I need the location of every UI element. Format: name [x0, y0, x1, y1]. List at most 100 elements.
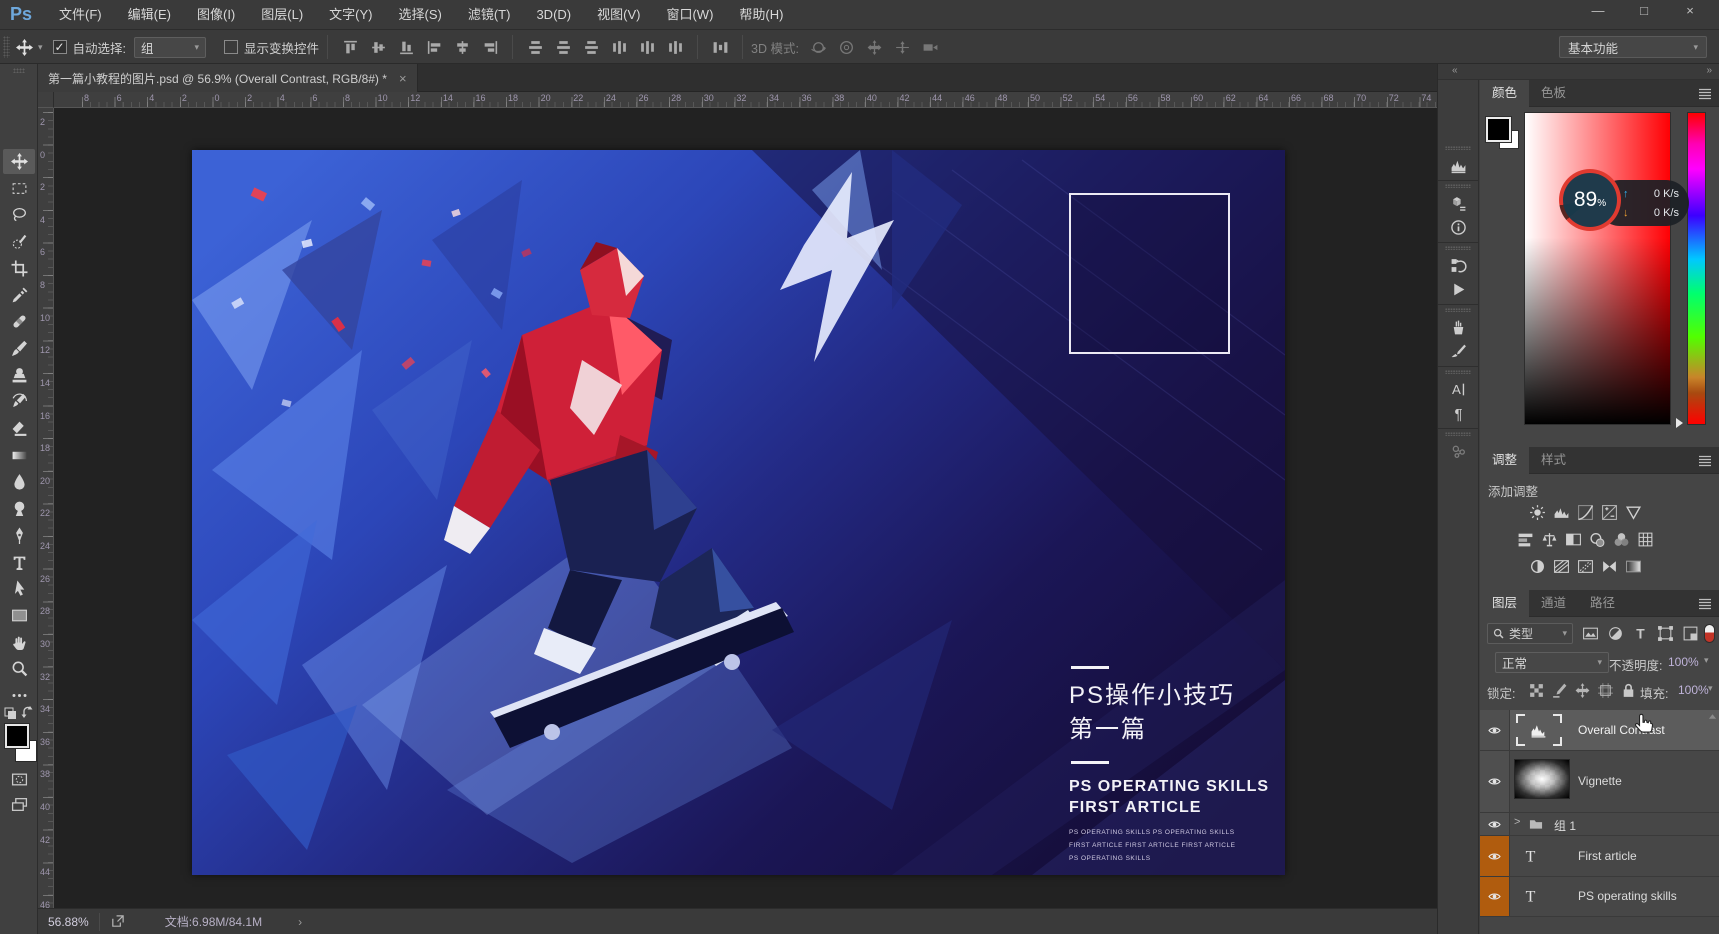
distribute-right-edges-icon[interactable]	[663, 35, 687, 59]
menu-item-9[interactable]: 窗口(W)	[653, 0, 726, 30]
brightness-contrast-icon[interactable]	[1527, 504, 1547, 521]
actions-icon[interactable]	[1438, 278, 1478, 300]
shape-filter-icon[interactable]	[1657, 625, 1675, 642]
workspace-switcher-button[interactable]: 基本功能 ▾	[1559, 36, 1707, 58]
pen-tool[interactable]	[3, 523, 35, 548]
gradient-map-icon[interactable]	[1599, 558, 1619, 575]
healing-brush-tool[interactable]	[3, 309, 35, 334]
align-top-edges-icon[interactable]	[338, 35, 362, 59]
layer-row-1[interactable]: Vignette	[1480, 751, 1719, 813]
menu-item-3[interactable]: 图层(L)	[248, 0, 316, 30]
lasso-tool[interactable]	[3, 202, 35, 227]
smart-object-filter-icon[interactable]	[1682, 625, 1700, 642]
layer-thumbnail[interactable]	[1514, 759, 1570, 799]
paragraph-panel-icon[interactable]: ¶	[1438, 402, 1478, 424]
eraser-tool[interactable]	[3, 416, 35, 441]
align-right-edges-icon[interactable]	[478, 35, 502, 59]
plugin-icon[interactable]	[1438, 440, 1478, 462]
distribute-spacing-button[interactable]	[708, 35, 732, 59]
pixel-filter-icon[interactable]	[1582, 625, 1600, 642]
visibility-eye-toggle[interactable]	[1480, 877, 1510, 916]
foreground-color-swatch[interactable]	[5, 724, 29, 748]
character-panel-icon[interactable]: A	[1438, 378, 1478, 400]
history-icon[interactable]	[1438, 254, 1478, 276]
maximize-button[interactable]: □	[1621, 0, 1667, 24]
tab-adjustments[interactable]: 调整	[1480, 447, 1529, 474]
threshold-icon[interactable]	[1575, 558, 1595, 575]
quick-selection-tool[interactable]	[3, 229, 35, 254]
lock-artboard-icon[interactable]	[1597, 682, 1613, 697]
layer-row-0[interactable]: Overall Contrast	[1480, 710, 1719, 751]
swap-colors-icon[interactable]	[4, 704, 34, 720]
menu-item-7[interactable]: 3D(D)	[523, 0, 584, 30]
chevron-down-icon[interactable]: ▾	[1704, 655, 1709, 666]
invert-icon[interactable]	[1527, 558, 1547, 575]
auto-select-checkbox[interactable]: ✓	[53, 40, 67, 54]
fill-value[interactable]: 100%	[1678, 683, 1709, 697]
menu-item-5[interactable]: 选择(S)	[386, 0, 455, 30]
move-tool[interactable]	[3, 149, 35, 174]
black-white-icon[interactable]	[1563, 531, 1583, 548]
info-icon[interactable]	[1438, 216, 1478, 238]
panel-group-grip[interactable]	[1445, 146, 1471, 150]
panel-group-grip[interactable]	[1445, 308, 1471, 312]
scroll-up-icon[interactable]	[1708, 712, 1717, 720]
tab-styles[interactable]: 样式	[1529, 447, 1578, 474]
zoom-tool[interactable]	[3, 656, 35, 681]
visibility-eye-toggle[interactable]	[1480, 836, 1510, 876]
panel-group-grip[interactable]	[1445, 184, 1471, 188]
layer-row-2[interactable]: >组 1	[1480, 813, 1719, 836]
color-saturation-field[interactable]	[1524, 112, 1671, 425]
distribute-left-edges-icon[interactable]	[607, 35, 631, 59]
tab-paths[interactable]: 路径	[1578, 590, 1627, 617]
menu-item-2[interactable]: 图像(I)	[184, 0, 248, 30]
tab-channels[interactable]: 通道	[1529, 590, 1578, 617]
curves-icon[interactable]	[1575, 504, 1595, 521]
blur-tool[interactable]	[3, 469, 35, 494]
menu-item-0[interactable]: 文件(F)	[46, 0, 115, 30]
lock-image-icon[interactable]	[1551, 682, 1567, 697]
rect-marquee-tool[interactable]	[3, 176, 35, 201]
show-transform-checkbox[interactable]	[224, 40, 238, 54]
visibility-eye-toggle[interactable]	[1480, 751, 1510, 812]
adjustment-filter-icon[interactable]	[1607, 625, 1625, 642]
menu-item-8[interactable]: 视图(V)	[584, 0, 653, 30]
gradient-tool[interactable]	[3, 443, 35, 468]
distribute-top-edges-icon[interactable]	[523, 35, 547, 59]
3d-slide-icon[interactable]	[891, 35, 915, 59]
canvas-viewport[interactable]: PS操作小技巧 第一篇 PS OPERATING SKILLS FIRST AR…	[54, 108, 1437, 908]
eyedropper-tool[interactable]	[3, 283, 35, 308]
color-lookup-icon[interactable]	[1635, 531, 1655, 548]
canvas-artwork[interactable]: PS操作小技巧 第一篇 PS OPERATING SKILLS FIRST AR…	[192, 150, 1285, 875]
exposure-icon[interactable]	[1599, 504, 1619, 521]
panel-menu-icon[interactable]	[1698, 454, 1712, 467]
brush-tool[interactable]	[3, 336, 35, 361]
distribute-vertical-centers-icon[interactable]	[551, 35, 575, 59]
type-tool[interactable]	[3, 550, 35, 575]
minimize-button[interactable]: —	[1575, 0, 1621, 24]
rectangle-tool[interactable]	[3, 603, 35, 628]
chevron-down-icon[interactable]: ▾	[1708, 683, 1713, 694]
close-tab-icon[interactable]: ×	[399, 71, 407, 86]
brush-presets-icon[interactable]	[1438, 316, 1478, 338]
status-chevron-icon[interactable]: ›	[298, 915, 302, 929]
quick-mask-button[interactable]	[3, 767, 35, 792]
panel-menu-icon[interactable]	[1698, 597, 1712, 610]
move-tool-preview-icon[interactable]	[12, 35, 36, 59]
menu-item-4[interactable]: 文字(Y)	[316, 0, 385, 30]
dodge-tool[interactable]	[3, 496, 35, 521]
histogram-icon[interactable]	[1438, 154, 1478, 176]
properties-icon[interactable]	[1438, 192, 1478, 214]
tab-layers[interactable]: 图层	[1480, 590, 1529, 617]
layer-row-4[interactable]: TPS operating skills	[1480, 877, 1719, 917]
posterize-icon[interactable]	[1551, 558, 1571, 575]
distribute-horizontal-centers-icon[interactable]	[635, 35, 659, 59]
menu-item-10[interactable]: 帮助(H)	[726, 0, 796, 30]
layer-filter-toggle[interactable]	[1704, 624, 1715, 643]
color-panel-foreground-swatch[interactable]	[1486, 117, 1511, 142]
drag-grip[interactable]	[3, 36, 10, 58]
lock-position-icon[interactable]	[1574, 682, 1590, 697]
layer-filter-type-dropdown[interactable]: 类型 ▾	[1487, 623, 1573, 644]
visibility-eye-toggle[interactable]	[1480, 813, 1510, 835]
levels-icon[interactable]	[1551, 504, 1571, 521]
